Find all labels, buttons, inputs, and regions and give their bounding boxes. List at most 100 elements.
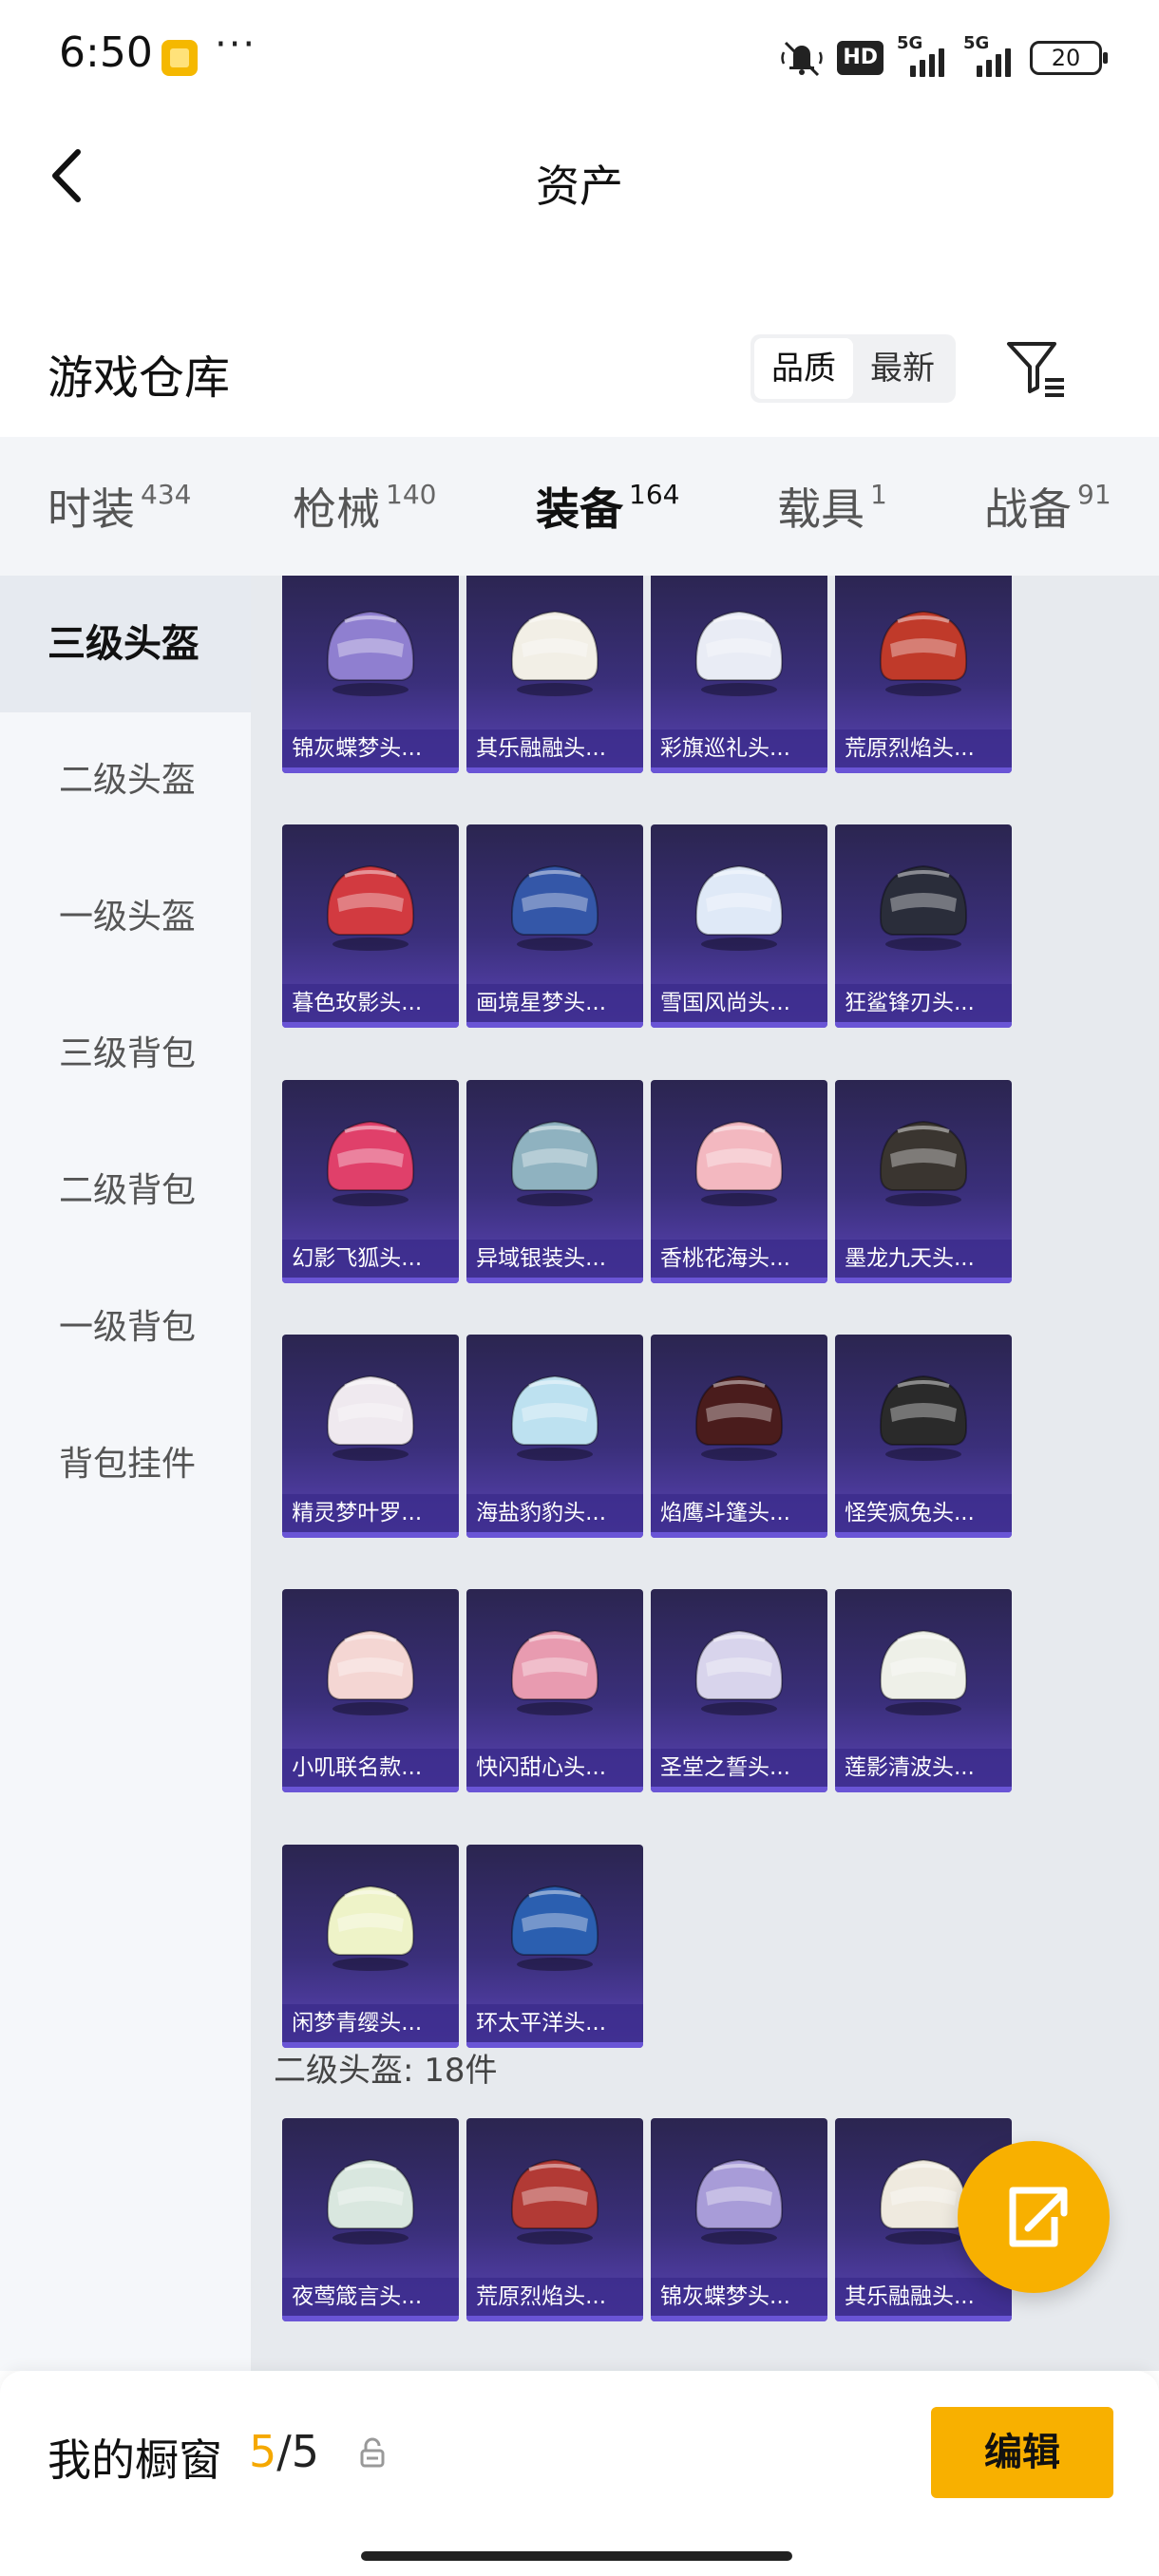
tab-guns[interactable]: 枪械 140	[293, 475, 436, 551]
tab-label: 时装	[48, 483, 135, 535]
network-type-label: 5G	[963, 33, 990, 53]
tab-label: 装备	[536, 483, 623, 535]
sidebar-item-level1-helmet[interactable]: 一级头盔	[0, 849, 251, 986]
tab-vehicles[interactable]: 载具 1	[777, 475, 887, 551]
item-name: 快闪甜心头...	[466, 1749, 644, 1788]
item-card[interactable]: 锦灰蝶梦头...	[651, 2118, 828, 2321]
helmet-icon	[511, 865, 599, 952]
helmet-icon	[879, 1630, 967, 1716]
item-card[interactable]: 荒原烈焰头...	[466, 2118, 644, 2321]
tab-count: 164	[629, 479, 680, 510]
share-button[interactable]	[958, 2141, 1110, 2293]
home-indicator[interactable]	[361, 2551, 792, 2561]
item-name: 怪笑疯兔头...	[834, 1493, 1012, 1532]
helmet-icon	[511, 1374, 599, 1461]
helmet-icon	[879, 610, 967, 696]
tab-equipment[interactable]: 装备 164	[536, 475, 680, 587]
item-card[interactable]: 夜莺箴言头...	[282, 2118, 460, 2321]
warehouse-title: 游戏仓库	[48, 351, 231, 405]
item-card[interactable]: 环太平洋头...	[466, 1844, 644, 2048]
helmet-icon	[511, 1630, 599, 1716]
item-card[interactable]: 焰鹰斗篷头...	[651, 1334, 828, 1538]
tab-label: 枪械	[293, 483, 380, 535]
signal-strength-icon: 5G	[897, 33, 950, 77]
item-card[interactable]: 雪国风尚头...	[651, 824, 828, 1029]
tab-supplies[interactable]: 战备 91	[984, 475, 1112, 551]
helmet-icon	[879, 865, 967, 952]
tab-label: 战备	[984, 483, 1072, 535]
lock-icon	[360, 2437, 385, 2468]
sort-toggle: 品质 最新	[750, 334, 956, 403]
helmet-icon	[327, 865, 415, 952]
sidebar-item-level2-backpack[interactable]: 二级背包	[0, 1123, 251, 1260]
item-card[interactable]: 画境星梦头...	[466, 824, 644, 1029]
helmet-icon	[695, 865, 784, 952]
item-name: 彩旗巡礼头...	[651, 729, 828, 767]
item-name: 焰鹰斗篷头...	[651, 1493, 828, 1532]
item-name: 异域银装头...	[466, 1239, 644, 1278]
item-name: 莲影清波头...	[834, 1749, 1012, 1788]
sort-by-quality-button[interactable]: 品质	[754, 338, 853, 399]
status-indicators: HD 5G 5G 20	[780, 33, 1108, 82]
item-card[interactable]: 墨龙九天头...	[834, 1079, 1012, 1283]
helmet-icon	[511, 610, 599, 696]
helmet-icon	[327, 1630, 415, 1716]
helmet-icon	[511, 1885, 599, 1971]
helmet-icon	[879, 1120, 967, 1206]
subcategory-sidebar: 三级头盔 二级头盔 一级头盔 三级背包 二级背包 一级背包 背包挂件	[0, 576, 251, 2371]
item-name: 海盐豹豹头...	[466, 1493, 644, 1532]
item-card[interactable]: 狂鲨锋刃头...	[834, 824, 1012, 1029]
sidebar-item-level3-helmet[interactable]: 三级头盔	[0, 576, 251, 712]
edit-button[interactable]: 编辑	[931, 2407, 1113, 2498]
item-name: 精灵梦叶罗...	[282, 1493, 460, 1532]
item-card[interactable]: 海盐豹豹头...	[466, 1334, 644, 1538]
item-card[interactable]: 彩旗巡礼头...	[651, 576, 828, 773]
showcase-count: 5/5	[249, 2426, 319, 2477]
item-name: 夜莺箴言头...	[282, 2278, 460, 2316]
share-icon	[1009, 2187, 1068, 2247]
item-card[interactable]: 快闪甜心头...	[466, 1589, 644, 1793]
item-card[interactable]: 怪笑疯兔头...	[834, 1334, 1012, 1538]
item-card[interactable]: 暮色玫影头...	[282, 824, 460, 1029]
battery-icon: 20	[1030, 41, 1108, 75]
sort-by-newest-button[interactable]: 最新	[853, 338, 952, 399]
signal-strength-icon: 5G	[963, 33, 1016, 77]
item-card[interactable]: 香桃花海头...	[651, 1079, 828, 1283]
tab-count: 1	[870, 479, 887, 510]
tab-count: 434	[141, 479, 192, 510]
helmet-icon	[511, 2158, 599, 2245]
item-card[interactable]: 精灵梦叶罗...	[282, 1334, 460, 1538]
item-card[interactable]: 荒原烈焰头...	[834, 576, 1012, 773]
item-name: 荒原烈焰头...	[466, 2278, 644, 2316]
helmet-icon	[695, 1374, 784, 1461]
mute-vibrate-icon	[781, 41, 824, 77]
item-card[interactable]: 小叽联名款...	[282, 1589, 460, 1793]
helmet-icon	[695, 1630, 784, 1716]
tab-fashion[interactable]: 时装 434	[48, 475, 191, 551]
item-name: 闲梦青缨头...	[282, 2003, 460, 2042]
item-card[interactable]: 莲影清波头...	[834, 1589, 1012, 1793]
item-card[interactable]: 闲梦青缨头...	[282, 1844, 460, 2048]
item-card[interactable]: 幻影飞狐头...	[282, 1079, 460, 1283]
status-time: 6:50	[59, 28, 153, 77]
more-notifications-icon: ···	[215, 23, 257, 66]
sidebar-item-level1-backpack[interactable]: 一级背包	[0, 1260, 251, 1396]
showcase-current: 5	[249, 2426, 277, 2477]
helmet-icon	[695, 610, 784, 696]
category-tabs: 时装 434 枪械 140 装备 164 载具 1 战备 91	[0, 437, 1159, 587]
item-card[interactable]: 异域银装头...	[466, 1079, 644, 1283]
helmet-icon	[511, 1120, 599, 1206]
item-name: 小叽联名款...	[282, 1749, 460, 1788]
item-name: 香桃花海头...	[651, 1239, 828, 1278]
filter-icon[interactable]	[1001, 334, 1070, 403]
sidebar-item-level2-helmet[interactable]: 二级头盔	[0, 712, 251, 849]
item-card[interactable]: 圣堂之誓头...	[651, 1589, 828, 1793]
network-type-label: 5G	[897, 33, 923, 53]
sidebar-item-backpack-charm[interactable]: 背包挂件	[0, 1396, 251, 1533]
item-name: 雪国风尚头...	[651, 984, 828, 1023]
item-card[interactable]: 其乐融融头...	[466, 576, 644, 773]
item-card[interactable]: 锦灰蝶梦头...	[282, 576, 460, 773]
item-name: 荒原烈焰头...	[834, 729, 1012, 767]
sidebar-item-level3-backpack[interactable]: 三级背包	[0, 986, 251, 1123]
showcase-total: 5	[291, 2426, 320, 2477]
